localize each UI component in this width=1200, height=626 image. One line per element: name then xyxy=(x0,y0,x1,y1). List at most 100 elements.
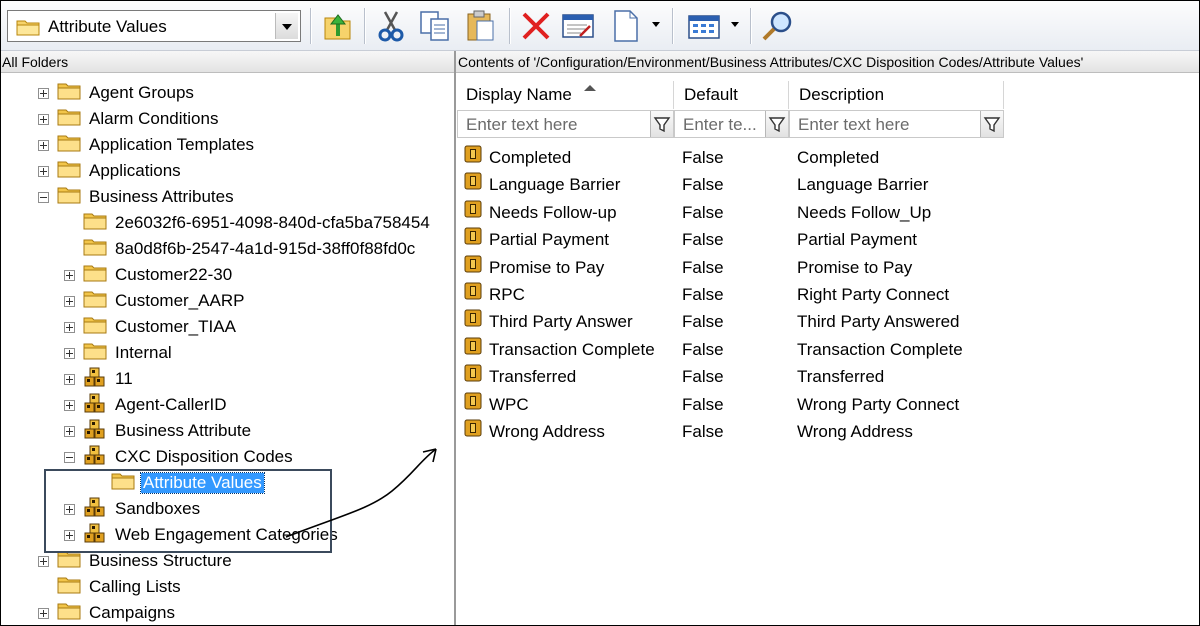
table-row[interactable]: Transaction Complete False Transaction Com… xyxy=(456,336,1016,363)
new-dropdown-arrow-icon[interactable] xyxy=(652,22,660,27)
tree-item[interactable]: Business Attribute xyxy=(64,418,253,444)
collapse-icon[interactable] xyxy=(38,191,49,203)
expand-icon[interactable] xyxy=(64,269,75,281)
cell-display-name: Partial Payment xyxy=(489,230,609,250)
red-x-icon xyxy=(522,12,550,40)
cell-description: Promise to Pay xyxy=(797,257,913,277)
scissors-icon xyxy=(378,11,404,42)
folder-icon xyxy=(83,264,107,287)
expand-icon[interactable] xyxy=(64,295,75,307)
table-row[interactable]: Needs Follow-up False Needs Follow_Up xyxy=(456,199,1016,226)
table-row[interactable]: Language Barrier False Language Barrier xyxy=(456,171,1016,198)
filter-input-description[interactable] xyxy=(790,111,988,139)
filter-button[interactable] xyxy=(650,111,673,137)
tree-item-label: CXC Disposition Codes xyxy=(115,447,293,466)
expand-icon[interactable] xyxy=(38,113,49,125)
cell-description: Wrong Party Connect xyxy=(797,394,960,414)
up-one-level-button[interactable] xyxy=(320,8,356,44)
folder-icon xyxy=(57,576,81,599)
cell-default: False xyxy=(682,257,724,277)
table-row[interactable]: Partial Payment False Partial Payment xyxy=(456,226,1016,253)
tree-item[interactable]: Applications xyxy=(38,158,183,184)
attribute-value-icon xyxy=(464,336,482,363)
table-row[interactable]: Completed False Completed xyxy=(456,144,1016,171)
tree-item[interactable]: Customer22-30 xyxy=(64,262,234,288)
tree-item-label: 8a0d8f6b-2547-4a1d-915d-38ff0f88fd0c xyxy=(115,239,416,258)
folder-icon xyxy=(83,238,107,261)
tree-item[interactable]: 11 xyxy=(64,366,135,392)
filter-button[interactable] xyxy=(980,111,1003,137)
tree-item[interactable]: Customer_AARP xyxy=(64,288,246,314)
filter-button[interactable] xyxy=(765,111,788,137)
expand-icon[interactable] xyxy=(38,87,49,99)
paste-button[interactable] xyxy=(463,8,499,44)
business-attribute-icon xyxy=(83,366,107,393)
expand-icon[interactable] xyxy=(38,139,49,151)
cell-display-name: Wrong Address xyxy=(489,422,605,441)
tree-item[interactable]: Agent Groups xyxy=(38,80,196,106)
column-header-description[interactable]: Description xyxy=(789,81,1004,109)
tree-item[interactable]: 8a0d8f6b-2547-4a1d-915d-38ff0f88fd0c xyxy=(64,236,417,262)
expand-icon[interactable] xyxy=(38,165,49,177)
cell-description: Right Party Connect xyxy=(797,285,950,304)
tree-item[interactable]: Application Templates xyxy=(38,132,256,158)
expand-icon[interactable] xyxy=(38,607,49,619)
tree-item[interactable]: Agent-CallerID xyxy=(64,392,229,418)
view-dropdown-arrow-icon[interactable] xyxy=(731,22,739,27)
filter-cell-display-name xyxy=(457,110,674,139)
contents-pane: Contents of '/Configuration/Environment/… xyxy=(456,51,1200,626)
copy-button[interactable] xyxy=(417,8,453,44)
expand-icon[interactable] xyxy=(64,347,75,359)
column-header-default[interactable]: Default xyxy=(674,81,789,109)
new-button[interactable] xyxy=(608,8,644,44)
table-row[interactable]: RPC False Right Party Connect xyxy=(456,281,1016,308)
view-button[interactable] xyxy=(686,8,722,44)
expand-icon[interactable] xyxy=(64,399,75,411)
tree-item-label: Internal xyxy=(115,343,172,362)
attribute-value-icon xyxy=(464,418,482,445)
delete-button[interactable] xyxy=(518,8,554,44)
column-header-display-name[interactable]: Display Name xyxy=(456,81,674,109)
expand-icon[interactable] xyxy=(38,555,49,567)
folder-selector[interactable]: Attribute Values xyxy=(7,10,301,42)
cell-description: Partial Payment xyxy=(797,230,917,250)
new-document-icon xyxy=(614,10,638,42)
tree-item-label: Application Templates xyxy=(89,135,255,154)
chevron-down-icon[interactable] xyxy=(275,13,298,39)
tree-item[interactable]: Business Attributes xyxy=(38,184,236,210)
table-row[interactable]: Transferred False Transferred xyxy=(456,363,1016,390)
cell-display-name: Needs Follow-up xyxy=(489,202,617,222)
table-row[interactable]: Promise to Pay False Promise to Pay xyxy=(456,254,1016,281)
tree-item[interactable]: Campaigns xyxy=(38,600,177,626)
tree-item[interactable]: CXC Disposition Codes xyxy=(64,444,295,470)
tree-item[interactable]: 2e6032f6-6951-4098-840d-cfa5ba758454 xyxy=(64,210,432,236)
table-row[interactable]: Wrong Address False Wrong Address xyxy=(456,418,1016,445)
toolbar-separator xyxy=(750,8,752,44)
expand-icon[interactable] xyxy=(64,373,75,385)
table-row[interactable]: Third Party Answer False Third Party Answe… xyxy=(456,308,1016,335)
tree-item-label: Business Attribute xyxy=(115,421,252,440)
cut-button[interactable] xyxy=(373,8,409,44)
collapse-icon[interactable] xyxy=(64,451,75,463)
tree-item[interactable]: Customer_TIAA xyxy=(64,314,238,340)
filter-input-display-name[interactable] xyxy=(458,111,658,139)
tree-item[interactable]: Internal xyxy=(64,340,174,366)
tree-item[interactable]: Alarm Conditions xyxy=(38,106,220,132)
folder-icon xyxy=(57,602,81,625)
column-label: Default xyxy=(684,85,738,104)
folder-up-icon xyxy=(324,14,351,40)
expand-icon[interactable] xyxy=(64,321,75,333)
find-button[interactable] xyxy=(760,8,796,44)
cell-description: Language Barrier xyxy=(797,175,929,195)
cell-display-name: Promise to Pay xyxy=(489,257,605,277)
expand-icon[interactable] xyxy=(64,425,75,437)
tree-item[interactable]: Calling Lists xyxy=(38,574,183,600)
properties-button[interactable] xyxy=(560,8,596,44)
cell-description: Third Party Answered xyxy=(797,312,960,332)
filter-input-default[interactable] xyxy=(675,111,775,139)
table-row[interactable]: WPC False Wrong Party Connect xyxy=(456,391,1016,418)
attribute-value-icon xyxy=(464,254,482,281)
tree-item-label: Agent Groups xyxy=(89,83,194,102)
cell-display-name: Third Party Answer xyxy=(489,312,633,332)
